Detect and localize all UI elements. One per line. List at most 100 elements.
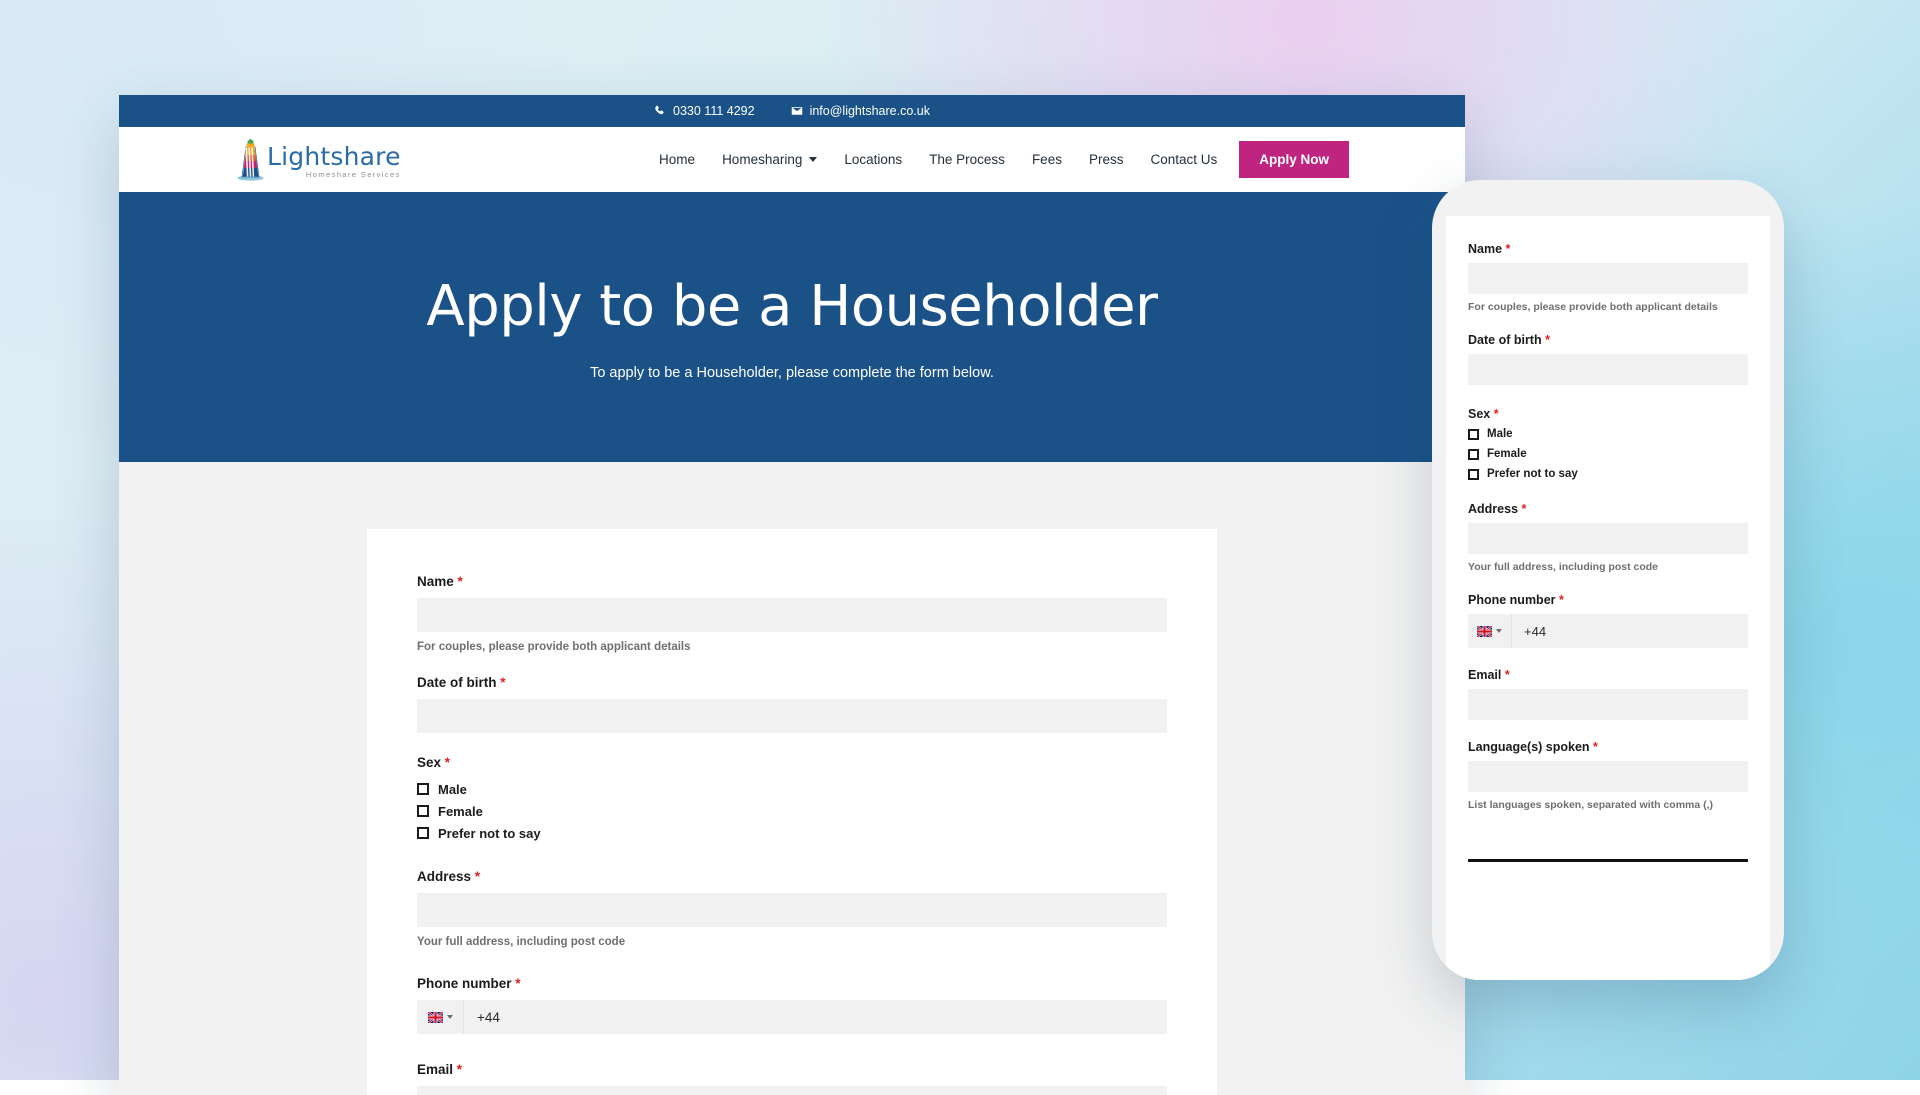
- checkbox-icon[interactable]: [1468, 429, 1479, 440]
- checkbox-icon[interactable]: [417, 783, 429, 795]
- nav-item-home[interactable]: Home: [659, 152, 695, 167]
- uk-flag-icon: [1477, 626, 1492, 637]
- mobile-field-name: Name * For couples, please provide both …: [1468, 242, 1748, 313]
- sex-label: Sex *: [417, 755, 1167, 770]
- option-label: Prefer not to say: [438, 826, 541, 841]
- mobile-languages-hint: List languages spoken, separated with co…: [1468, 799, 1748, 811]
- required-asterisk: *: [457, 1062, 462, 1077]
- chevron-down-icon: [447, 1015, 453, 1019]
- phone-icon: [654, 105, 666, 117]
- country-selector[interactable]: [417, 1000, 464, 1034]
- mobile-email-input[interactable]: [1468, 689, 1748, 720]
- sex-label-text: Sex: [417, 755, 441, 770]
- mobile-form-divider: [1468, 859, 1748, 862]
- email-contact[interactable]: info@lightshare.co.uk: [791, 104, 930, 118]
- lighthouse-logo-icon: [237, 139, 264, 181]
- envelope-icon: [791, 105, 803, 117]
- mobile-sex-option-prefer-not-to-say[interactable]: Prefer not to say: [1468, 464, 1748, 484]
- required-asterisk: *: [445, 755, 450, 770]
- application-form-card: Name * For couples, please provide both …: [367, 529, 1217, 1095]
- apply-now-button[interactable]: Apply Now: [1239, 141, 1349, 178]
- mobile-address-hint: Your full address, including post code: [1468, 561, 1748, 573]
- sex-option-male[interactable]: Male: [417, 779, 1167, 799]
- dob-label-text: Date of birth: [417, 675, 497, 690]
- nav-item-contact-us[interactable]: Contact Us: [1150, 152, 1217, 167]
- address-label-text: Address: [417, 869, 471, 884]
- mobile-name-input[interactable]: [1468, 263, 1748, 294]
- field-address: Address * Your full address, including p…: [417, 869, 1167, 948]
- email-input[interactable]: [417, 1086, 1167, 1095]
- nav-label: Press: [1089, 152, 1124, 167]
- mobile-languages-input[interactable]: [1468, 761, 1748, 792]
- mobile-phone-label: Phone number *: [1468, 593, 1748, 607]
- name-label-text: Name: [417, 574, 454, 589]
- mobile-languages-label-text: Language(s) spoken: [1468, 740, 1590, 754]
- checkbox-icon[interactable]: [417, 827, 429, 839]
- mobile-sex-option-female[interactable]: Female: [1468, 444, 1748, 464]
- required-asterisk: *: [1593, 740, 1598, 754]
- phone-notch: [1534, 180, 1682, 206]
- option-label: Male: [438, 782, 467, 797]
- main-navigation-bar: Lightshare Homeshare Services Home Homes…: [119, 127, 1465, 192]
- checkbox-icon[interactable]: [1468, 469, 1479, 480]
- nav-item-the-process[interactable]: The Process: [929, 152, 1005, 167]
- field-sex: Sex * Male Female Prefer not to say: [417, 755, 1167, 843]
- page-subtitle: To apply to be a Householder, please com…: [590, 365, 994, 381]
- nav-links: Home Homesharing Locations The Process F…: [659, 152, 1217, 167]
- phone-contact[interactable]: 0330 111 4292: [654, 104, 755, 118]
- required-asterisk: *: [1545, 333, 1550, 347]
- phone-label: Phone number *: [417, 976, 1167, 991]
- page-body: Name * For couples, please provide both …: [119, 462, 1465, 1095]
- page-title: Apply to be a Householder: [426, 274, 1157, 339]
- site-logo[interactable]: Lightshare Homeshare Services: [237, 139, 401, 181]
- nav-item-fees[interactable]: Fees: [1032, 152, 1062, 167]
- address-label: Address *: [417, 869, 1167, 884]
- nav-label: Home: [659, 152, 695, 167]
- mobile-dial-code-text: +44: [1512, 624, 1546, 639]
- logo-tagline: Homeshare Services: [267, 171, 401, 179]
- nav-label: The Process: [929, 152, 1005, 167]
- mobile-address-label-text: Address: [1468, 502, 1518, 516]
- mobile-country-selector[interactable]: [1468, 614, 1512, 648]
- nav-item-locations[interactable]: Locations: [844, 152, 902, 167]
- name-input[interactable]: [417, 598, 1167, 632]
- required-asterisk: *: [475, 869, 480, 884]
- mobile-address-input[interactable]: [1468, 523, 1748, 554]
- email-label: Email *: [417, 1062, 1167, 1077]
- nav-label: Homesharing: [722, 152, 802, 167]
- mobile-name-hint: For couples, please provide both applica…: [1468, 301, 1748, 313]
- name-hint: For couples, please provide both applica…: [417, 641, 1167, 653]
- mobile-field-sex: Sex * Male Female Prefer not to say: [1468, 407, 1748, 484]
- field-name: Name * For couples, please provide both …: [417, 574, 1167, 653]
- checkbox-icon[interactable]: [1468, 449, 1479, 460]
- mobile-sex-label-text: Sex: [1468, 407, 1490, 421]
- phone-label-text: Phone number: [417, 976, 512, 991]
- nav-label: Locations: [844, 152, 902, 167]
- field-phone-number: Phone number * +44: [417, 976, 1167, 1034]
- mobile-field-date-of-birth: Date of birth *: [1468, 333, 1748, 385]
- checkbox-icon[interactable]: [417, 805, 429, 817]
- email-label-text: Email: [417, 1062, 453, 1077]
- name-label: Name *: [417, 574, 1167, 589]
- address-input[interactable]: [417, 893, 1167, 927]
- option-label: Female: [438, 804, 483, 819]
- mobile-sex-option-male[interactable]: Male: [1468, 424, 1748, 444]
- nav-item-homesharing[interactable]: Homesharing: [722, 152, 817, 167]
- dob-input[interactable]: [417, 699, 1167, 733]
- required-asterisk: *: [1522, 502, 1527, 516]
- mobile-field-phone-number: Phone number * +44: [1468, 593, 1748, 648]
- mobile-dob-input[interactable]: [1468, 354, 1748, 385]
- nav-item-press[interactable]: Press: [1089, 152, 1124, 167]
- desktop-browser-window: 0330 111 4292 info@lightshare.co.uk: [119, 95, 1465, 1095]
- mobile-languages-label: Language(s) spoken *: [1468, 740, 1748, 754]
- mobile-sex-label: Sex *: [1468, 407, 1748, 421]
- dob-label: Date of birth *: [417, 675, 1167, 690]
- option-label: Prefer not to say: [1487, 468, 1578, 480]
- option-label: Female: [1487, 448, 1527, 460]
- chevron-down-icon: [809, 157, 817, 162]
- mobile-name-label: Name *: [1468, 242, 1748, 256]
- required-asterisk: *: [500, 675, 505, 690]
- sex-option-female[interactable]: Female: [417, 801, 1167, 821]
- mobile-phone-input-group: +44: [1468, 614, 1748, 648]
- sex-option-prefer-not-to-say[interactable]: Prefer not to say: [417, 823, 1167, 843]
